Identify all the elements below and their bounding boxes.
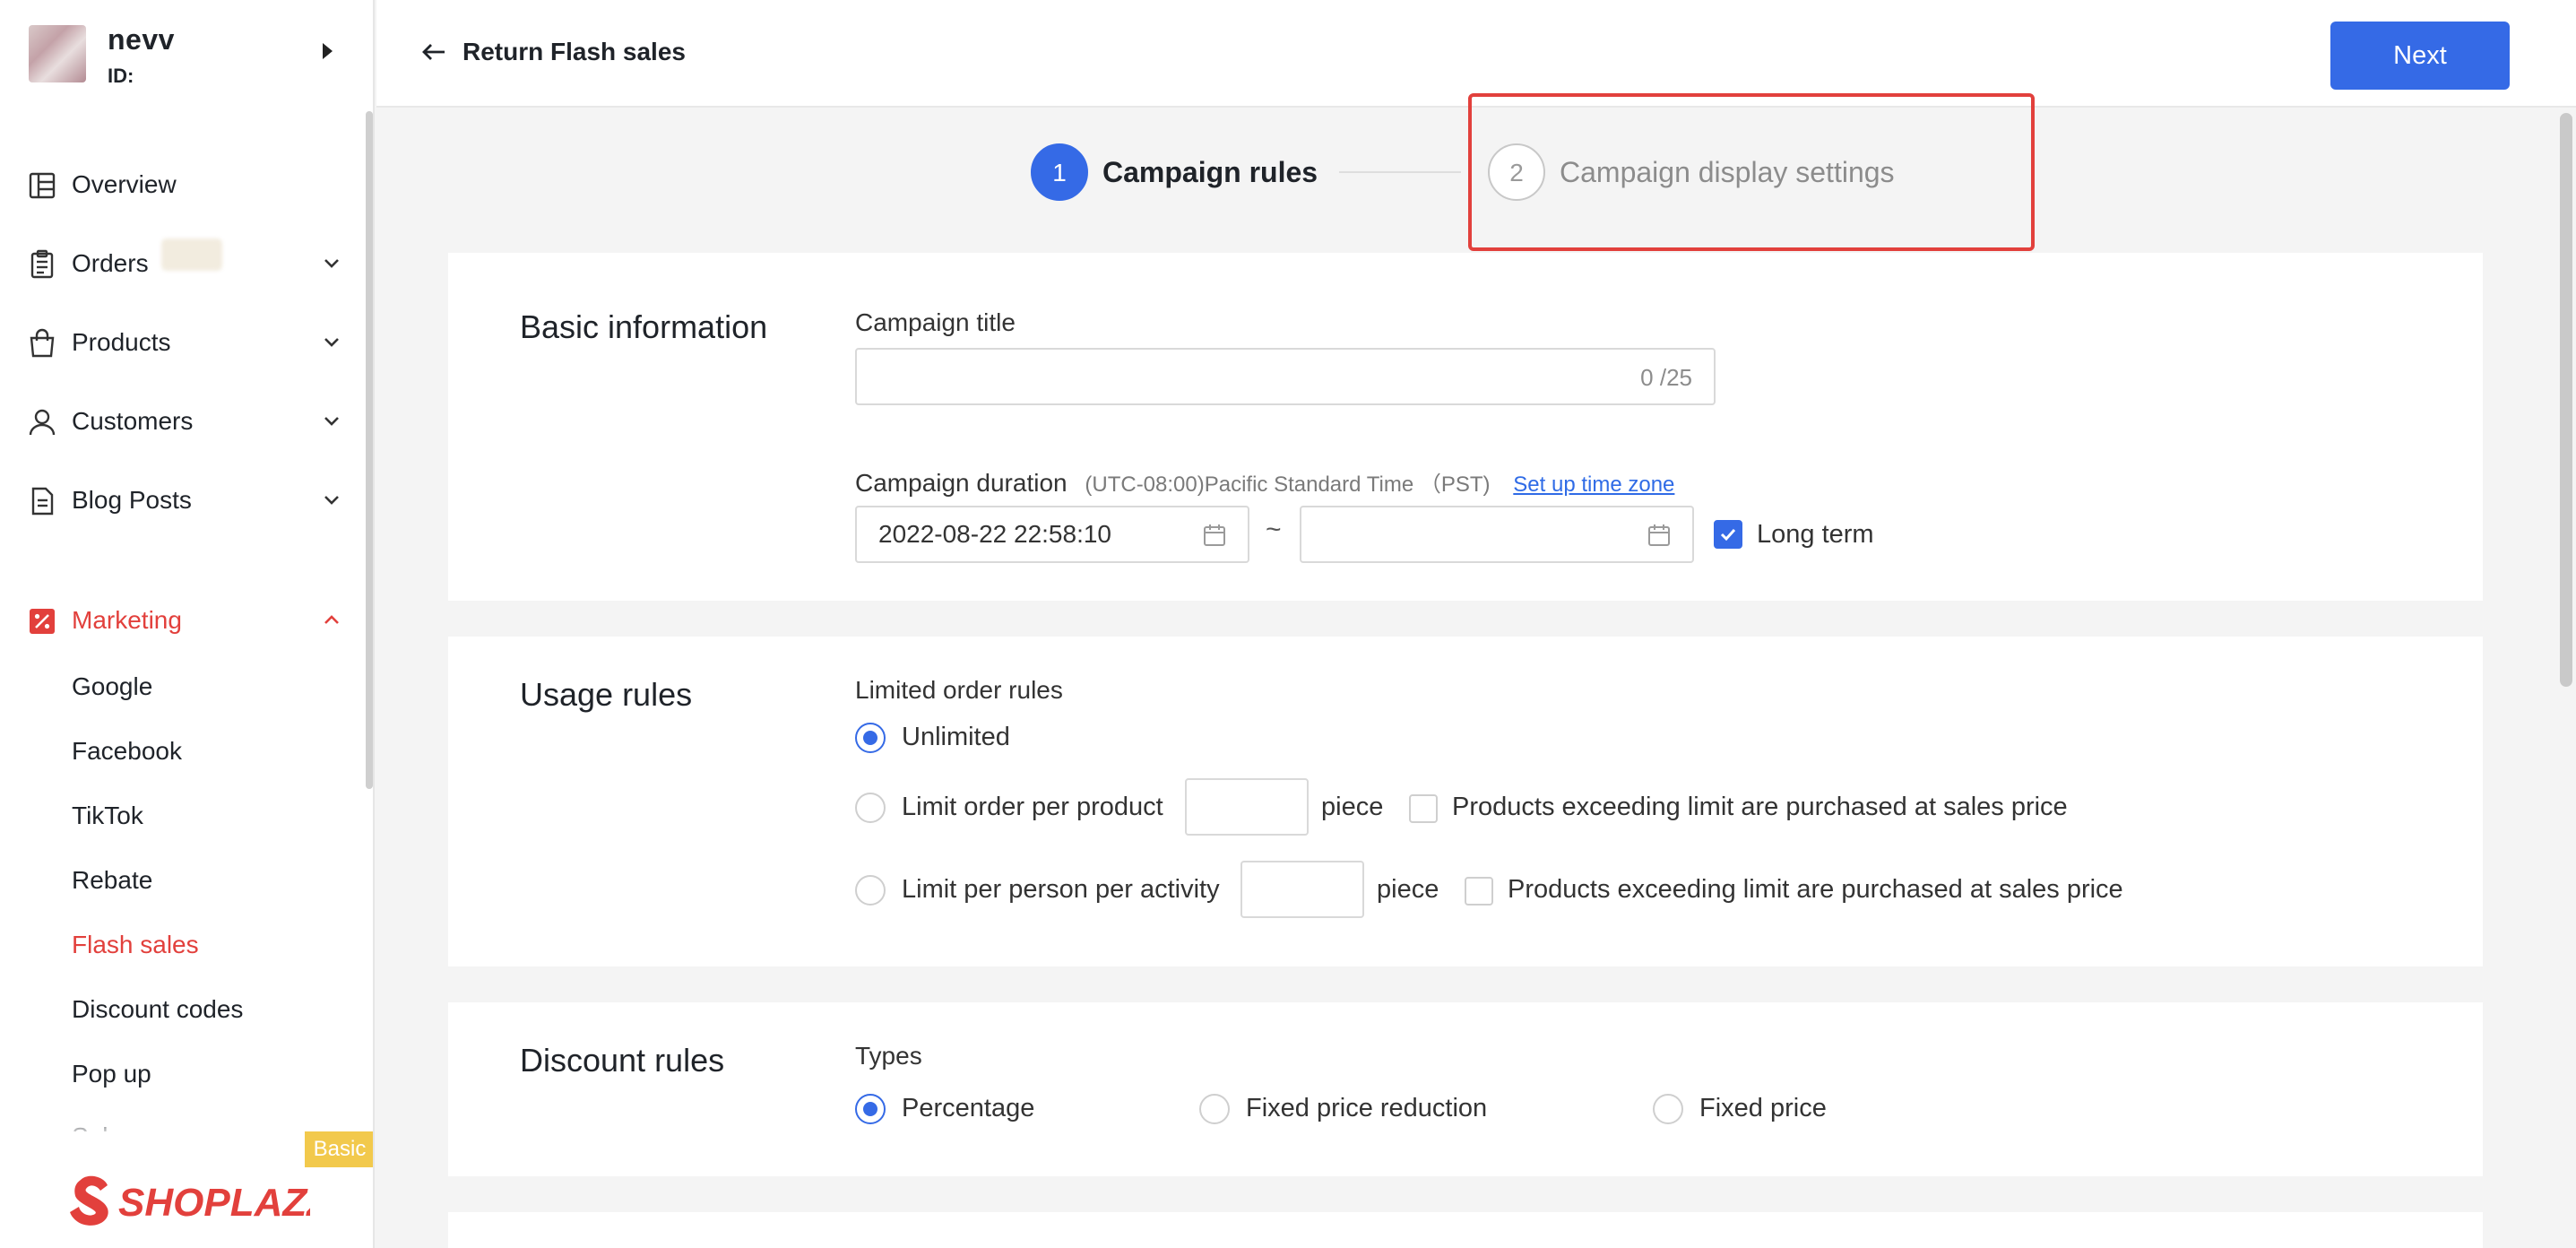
sidebar-footer: Basic SHOPLAZZA bbox=[0, 1131, 373, 1248]
timezone-text: (UTC-08:00)Pacific Standard Time （PST) bbox=[1085, 472, 1491, 497]
blog-icon bbox=[31, 487, 54, 516]
sidebar-sub-pop-up[interactable]: Pop up bbox=[72, 1060, 151, 1088]
top-bar: Return Flash sales Next bbox=[376, 0, 2576, 108]
types-label: Types bbox=[855, 1042, 922, 1070]
step-connector bbox=[1339, 171, 1461, 173]
limit-per-person-label: Limit per person per activity bbox=[902, 875, 1220, 904]
sidebar-item-customers[interactable]: Customers bbox=[0, 393, 373, 450]
sidebar-sub-flash-sales[interactable]: Flash sales bbox=[72, 931, 199, 959]
main-scrollbar[interactable] bbox=[2560, 113, 2572, 687]
limit-per-product-input[interactable] bbox=[1185, 778, 1309, 836]
sidebar: nevv ID: Overview Orders Products Custom… bbox=[0, 0, 375, 1248]
basic-information-card: Basic information Campaign title 0 /25 C… bbox=[448, 253, 2483, 601]
step-1-label[interactable]: Campaign rules bbox=[1102, 156, 1318, 189]
campaign-title-label: Campaign title bbox=[855, 308, 1016, 336]
overview-icon bbox=[29, 172, 56, 199]
sidebar-item-overview[interactable]: Overview bbox=[0, 156, 373, 213]
sidebar-item-products[interactable]: Products bbox=[0, 314, 373, 371]
sidebar-item-label: Blog Posts bbox=[72, 486, 192, 514]
fixed-price-reduction-radio[interactable] bbox=[1199, 1094, 1230, 1124]
sidebar-item-label: Orders bbox=[72, 249, 149, 277]
store-id: ID: bbox=[108, 65, 134, 87]
marketing-icon bbox=[30, 609, 55, 634]
orders-icon bbox=[30, 249, 54, 279]
long-term-label: Long term bbox=[1757, 520, 1874, 549]
set-up-time-zone-link[interactable]: Set up time zone bbox=[1513, 472, 1674, 497]
customers-icon bbox=[29, 409, 56, 436]
limit-per-person-radio[interactable] bbox=[855, 875, 886, 906]
caret-right-icon[interactable] bbox=[323, 43, 333, 59]
sidebar-sub-discount-codes[interactable]: Discount codes bbox=[72, 995, 243, 1024]
calendar-icon bbox=[1648, 524, 1670, 546]
next-button[interactable]: Next bbox=[2330, 22, 2510, 90]
sidebar-sub-tiktok[interactable]: TikTok bbox=[72, 802, 143, 830]
arrow-left-icon[interactable] bbox=[419, 38, 448, 66]
chevron-down-icon bbox=[324, 338, 339, 347]
fixed-price-reduction-label: Fixed price reduction bbox=[1246, 1094, 1488, 1122]
sidebar-sub-facebook[interactable]: Facebook bbox=[72, 737, 182, 766]
chevron-down-icon bbox=[324, 259, 339, 268]
plan-badge: Basic bbox=[305, 1131, 373, 1167]
sidebar-sub-google[interactable]: Google bbox=[72, 672, 152, 701]
piece-unit: piece bbox=[1321, 793, 1384, 821]
unlimited-label: Unlimited bbox=[902, 723, 1010, 751]
sidebar-item-label: Products bbox=[72, 328, 171, 356]
sidebar-item-blog-posts[interactable]: Blog Posts bbox=[0, 472, 373, 529]
percentage-radio[interactable] bbox=[855, 1094, 886, 1124]
campaign-duration-label: Campaign duration (UTC-08:00)Pacific Sta… bbox=[855, 466, 1674, 498]
store-avatar bbox=[29, 25, 86, 82]
next-section-card bbox=[448, 1212, 2483, 1248]
campaign-title-input[interactable]: 0 /25 bbox=[855, 348, 1716, 405]
exceed-limit-label: Products exceeding limit are purchased a… bbox=[1508, 875, 2123, 904]
sidebar-item-marketing[interactable]: Marketing bbox=[0, 592, 373, 649]
check-icon bbox=[1720, 528, 1736, 542]
section-title: Discount rules bbox=[520, 1042, 725, 1079]
start-date-input[interactable]: 2022-08-22 22:58:10 bbox=[855, 506, 1249, 563]
section-title: Usage rules bbox=[520, 676, 693, 713]
svg-text:SHOPLAZZA: SHOPLAZZA bbox=[118, 1181, 310, 1225]
chevron-up-icon bbox=[324, 615, 339, 624]
products-icon bbox=[30, 328, 55, 358]
fixed-price-label: Fixed price bbox=[1699, 1094, 1827, 1122]
exceed-limit-checkbox[interactable] bbox=[1409, 794, 1438, 823]
blurred-badge bbox=[161, 238, 222, 271]
shoplazza-logo: SHOPLAZZA bbox=[70, 1175, 310, 1226]
char-counter: 0 /25 bbox=[1640, 364, 1692, 391]
store-switcher[interactable]: nevv ID: bbox=[0, 0, 373, 106]
range-separator: ~ bbox=[1266, 515, 1282, 544]
sidebar-sub-rebate[interactable]: Rebate bbox=[72, 866, 152, 895]
usage-rules-card: Usage rules Limited order rules Unlimite… bbox=[448, 637, 2483, 966]
section-title: Basic information bbox=[520, 308, 768, 345]
sidebar-item-label: Customers bbox=[72, 407, 194, 435]
limit-per-person-input[interactable] bbox=[1240, 861, 1364, 918]
duration-label-text: Campaign duration bbox=[855, 469, 1068, 497]
exceed-limit-checkbox[interactable] bbox=[1465, 877, 1493, 906]
unlimited-radio[interactable] bbox=[855, 723, 886, 753]
limit-per-product-label: Limit order per product bbox=[902, 793, 1163, 821]
limited-order-rules-label: Limited order rules bbox=[855, 676, 1063, 704]
highlight-annotation bbox=[1468, 93, 2035, 251]
sidebar-item-label: Overview bbox=[72, 170, 177, 198]
chevron-down-icon bbox=[324, 417, 339, 426]
return-link[interactable]: Return Flash sales bbox=[462, 38, 686, 66]
percentage-label: Percentage bbox=[902, 1094, 1035, 1122]
discount-rules-card: Discount rules Types Percentage Fixed pr… bbox=[448, 1002, 2483, 1176]
chevron-down-icon bbox=[324, 496, 339, 505]
limit-per-product-radio[interactable] bbox=[855, 793, 886, 823]
fixed-price-radio[interactable] bbox=[1653, 1094, 1683, 1124]
calendar-icon bbox=[1204, 524, 1225, 546]
exceed-limit-label: Products exceeding limit are purchased a… bbox=[1452, 793, 2068, 821]
start-date-value: 2022-08-22 22:58:10 bbox=[878, 520, 1111, 548]
sidebar-item-label: Marketing bbox=[72, 606, 182, 634]
long-term-checkbox[interactable] bbox=[1714, 520, 1742, 549]
sidebar-scrollbar[interactable] bbox=[366, 111, 373, 789]
store-name: nevv bbox=[108, 23, 175, 56]
piece-unit: piece bbox=[1377, 875, 1439, 904]
end-date-input[interactable] bbox=[1300, 506, 1694, 563]
step-1-indicator: 1 bbox=[1031, 143, 1088, 201]
